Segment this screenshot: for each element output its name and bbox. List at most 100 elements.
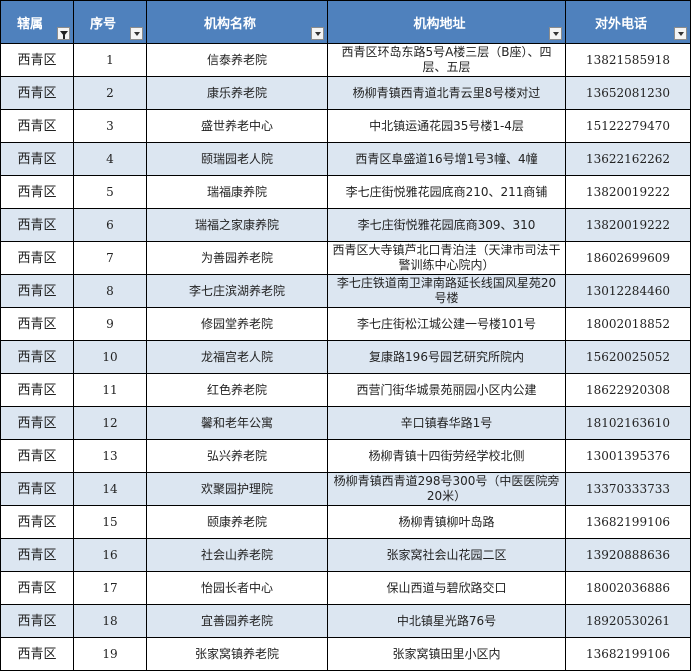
cell-name[interactable]: 颐瑞园老人院 <box>146 142 328 176</box>
cell-phone[interactable]: 18002018852 <box>565 307 691 341</box>
cell-address[interactable]: 杨柳青镇十四街劳经学校北侧 <box>327 439 566 473</box>
cell-name[interactable]: 弘兴养老院 <box>146 439 328 473</box>
cell-district[interactable]: 西青区 <box>0 604 74 638</box>
cell-address[interactable]: 李七庄街悦雅花园底商309、310 <box>327 208 566 242</box>
filter-dropdown-icon[interactable] <box>311 27 324 40</box>
cell-address[interactable]: 西青区大寺镇芦北口青泊洼（天津市司法干警训练中心院内） <box>327 241 566 275</box>
cell-name[interactable]: 康乐养老院 <box>146 76 328 110</box>
cell-number[interactable]: 9 <box>73 307 147 341</box>
table-row[interactable]: 西青区 12 馨和老年公寓 辛口镇春华路1号 18102163610 <box>0 406 691 440</box>
cell-phone[interactable]: 18920530261 <box>565 604 691 638</box>
table-row[interactable]: 西青区 5 瑞福康养院 李七庄街悦雅花园底商210、211商铺 13820019222 <box>0 175 691 209</box>
table-row[interactable]: 西青区 16 社会山养老院 张家窝社会山花园二区 13920888636 <box>0 538 691 572</box>
table-row[interactable]: 西青区 19 张家窝镇养老院 张家窝镇田里小区内 13682199106 <box>0 637 691 671</box>
table-row[interactable]: 西青区 6 瑞福之家康养院 李七庄街悦雅花园底商309、310 13820019222 <box>0 208 691 242</box>
cell-district[interactable]: 西青区 <box>0 373 74 407</box>
cell-name[interactable]: 瑞福之家康养院 <box>146 208 328 242</box>
cell-number[interactable]: 1 <box>73 43 147 77</box>
cell-name[interactable]: 为善园养老院 <box>146 241 328 275</box>
table-row[interactable]: 西青区 7 为善园养老院 西青区大寺镇芦北口青泊洼（天津市司法干警训练中心院内） 186… <box>0 241 691 275</box>
table-row[interactable]: 西青区 9 修园堂养老院 李七庄街松江城公建一号楼101号 18002018852 <box>0 307 691 341</box>
cell-address[interactable]: 西营门街华城景苑丽园小区内公建 <box>327 373 566 407</box>
cell-address[interactable]: 杨柳青镇柳叶岛路 <box>327 505 566 539</box>
filter-dropdown-icon[interactable] <box>549 27 562 40</box>
cell-district[interactable]: 西青区 <box>0 538 74 572</box>
cell-name[interactable]: 张家窝镇养老院 <box>146 637 328 671</box>
cell-number[interactable]: 3 <box>73 109 147 143</box>
cell-phone[interactable]: 13820019222 <box>565 208 691 242</box>
table-row[interactable]: 西青区 18 宜善园养老院 中北镇星光路76号 18920530261 <box>0 604 691 638</box>
table-row[interactable]: 西青区 13 弘兴养老院 杨柳青镇十四街劳经学校北侧 13001395376 <box>0 439 691 473</box>
cell-district[interactable]: 西青区 <box>0 637 74 671</box>
cell-district[interactable]: 西青区 <box>0 340 74 374</box>
cell-name[interactable]: 颐康养老院 <box>146 505 328 539</box>
cell-name[interactable]: 李七庄滨湖养老院 <box>146 274 328 308</box>
cell-address[interactable]: 中北镇运通花园35号楼1-4层 <box>327 109 566 143</box>
cell-district[interactable]: 西青区 <box>0 241 74 275</box>
cell-number[interactable]: 5 <box>73 175 147 209</box>
cell-address[interactable]: 西青区阜盛道16号增1号3幢、4幢 <box>327 142 566 176</box>
cell-number[interactable]: 8 <box>73 274 147 308</box>
cell-number[interactable]: 16 <box>73 538 147 572</box>
cell-number[interactable]: 11 <box>73 373 147 407</box>
cell-name[interactable]: 修园堂养老院 <box>146 307 328 341</box>
cell-name[interactable]: 红色养老院 <box>146 373 328 407</box>
cell-district[interactable]: 西青区 <box>0 571 74 605</box>
cell-district[interactable]: 西青区 <box>0 142 74 176</box>
cell-district[interactable]: 西青区 <box>0 208 74 242</box>
cell-phone[interactable]: 18002036886 <box>565 571 691 605</box>
cell-number[interactable]: 12 <box>73 406 147 440</box>
cell-name[interactable]: 龙福宫老人院 <box>146 340 328 374</box>
cell-district[interactable]: 西青区 <box>0 76 74 110</box>
table-row[interactable]: 西青区 1 信泰养老院 西青区环岛东路5号A楼三层（B座）、四层、五层 13821585… <box>0 43 691 77</box>
cell-number[interactable]: 18 <box>73 604 147 638</box>
cell-name[interactable]: 宜善园养老院 <box>146 604 328 638</box>
cell-name[interactable]: 信泰养老院 <box>146 43 328 77</box>
cell-phone[interactable]: 13001395376 <box>565 439 691 473</box>
cell-number[interactable]: 15 <box>73 505 147 539</box>
cell-address[interactable]: 杨柳青镇西青道298号300号（中医医院旁20米） <box>327 472 566 506</box>
cell-number[interactable]: 14 <box>73 472 147 506</box>
cell-address[interactable]: 复康路196号园艺研究所院内 <box>327 340 566 374</box>
filter-active-icon[interactable] <box>57 27 70 40</box>
cell-number[interactable]: 17 <box>73 571 147 605</box>
cell-address[interactable]: 张家窝社会山花园二区 <box>327 538 566 572</box>
cell-number[interactable]: 10 <box>73 340 147 374</box>
cell-name[interactable]: 馨和老年公寓 <box>146 406 328 440</box>
table-row[interactable]: 西青区 10 龙福宫老人院 复康路196号园艺研究所院内 15620025052 <box>0 340 691 374</box>
cell-phone[interactable]: 13920888636 <box>565 538 691 572</box>
table-row[interactable]: 西青区 14 欢聚园护理院 杨柳青镇西青道298号300号（中医医院旁20米） 1337… <box>0 472 691 506</box>
cell-phone[interactable]: 15122279470 <box>565 109 691 143</box>
cell-district[interactable]: 西青区 <box>0 406 74 440</box>
cell-phone[interactable]: 18622920308 <box>565 373 691 407</box>
cell-district[interactable]: 西青区 <box>0 439 74 473</box>
cell-phone[interactable]: 13622162262 <box>565 142 691 176</box>
table-row[interactable]: 西青区 8 李七庄滨湖养老院 李七庄铁道南卫津南路延长线国风星苑20号楼 1301228… <box>0 274 691 308</box>
table-row[interactable]: 西青区 15 颐康养老院 杨柳青镇柳叶岛路 13682199106 <box>0 505 691 539</box>
cell-address[interactable]: 杨柳青镇西青道北青云里8号楼对过 <box>327 76 566 110</box>
filter-dropdown-icon[interactable] <box>674 27 687 40</box>
cell-district[interactable]: 西青区 <box>0 274 74 308</box>
cell-phone[interactable]: 18602699609 <box>565 241 691 275</box>
cell-address[interactable]: 张家窝镇田里小区内 <box>327 637 566 671</box>
cell-address[interactable]: 李七庄街松江城公建一号楼101号 <box>327 307 566 341</box>
cell-name[interactable]: 盛世养老中心 <box>146 109 328 143</box>
filter-dropdown-icon[interactable] <box>130 27 143 40</box>
cell-phone[interactable]: 13820019222 <box>565 175 691 209</box>
cell-name[interactable]: 欢聚园护理院 <box>146 472 328 506</box>
cell-district[interactable]: 西青区 <box>0 505 74 539</box>
table-row[interactable]: 西青区 2 康乐养老院 杨柳青镇西青道北青云里8号楼对过 13652081230 <box>0 76 691 110</box>
cell-address[interactable]: 辛口镇春华路1号 <box>327 406 566 440</box>
cell-address[interactable]: 李七庄街悦雅花园底商210、211商铺 <box>327 175 566 209</box>
cell-number[interactable]: 19 <box>73 637 147 671</box>
table-row[interactable]: 西青区 17 怡园长者中心 保山西道与碧欣路交口 18002036886 <box>0 571 691 605</box>
cell-name[interactable]: 怡园长者中心 <box>146 571 328 605</box>
cell-district[interactable]: 西青区 <box>0 109 74 143</box>
cell-phone[interactable]: 13682199106 <box>565 505 691 539</box>
cell-district[interactable]: 西青区 <box>0 43 74 77</box>
cell-phone[interactable]: 15620025052 <box>565 340 691 374</box>
cell-phone[interactable]: 13821585918 <box>565 43 691 77</box>
cell-number[interactable]: 13 <box>73 439 147 473</box>
cell-district[interactable]: 西青区 <box>0 307 74 341</box>
cell-number[interactable]: 7 <box>73 241 147 275</box>
